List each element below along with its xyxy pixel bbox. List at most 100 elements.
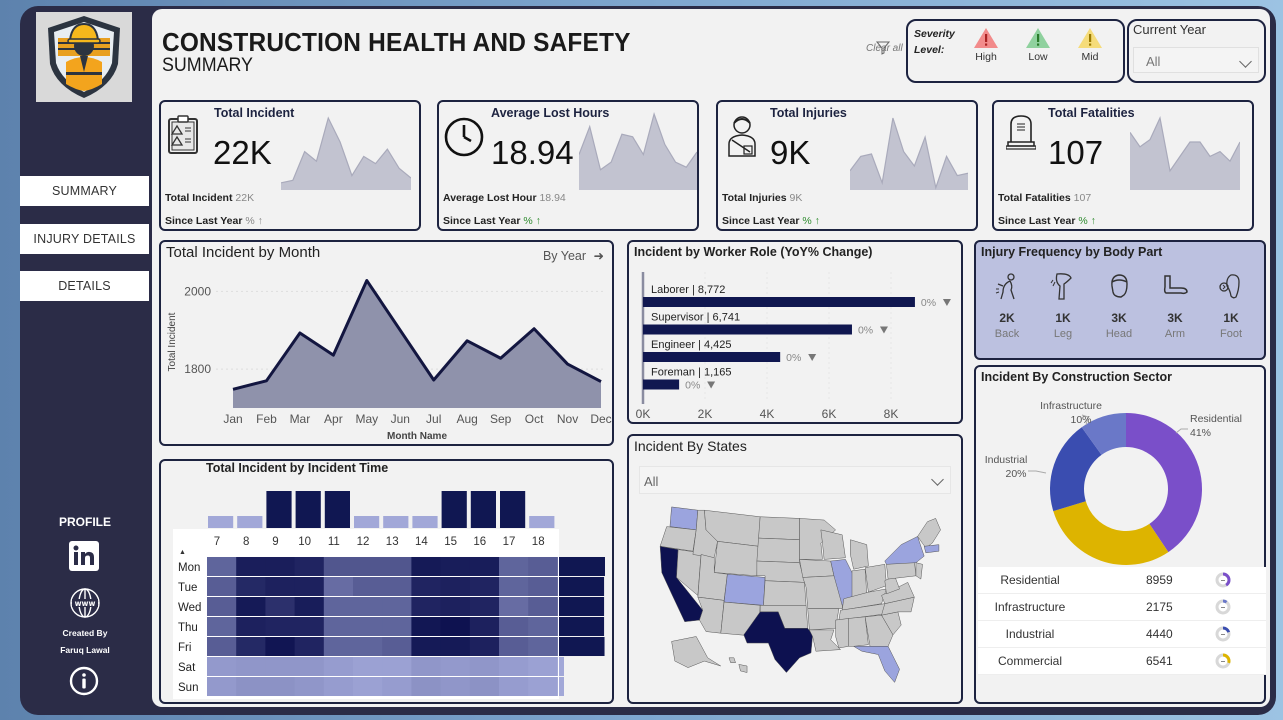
sector-table-row[interactable]: Residential 8959 [978, 567, 1266, 594]
state-alabama[interactable] [848, 616, 869, 647]
state-iowa[interactable] [799, 559, 835, 578]
linkedin-icon[interactable] [69, 541, 99, 571]
incident-time-heatmap: 7 8 9 10 11 12 13 14 15 16 17 18 ▲ Mon Tue Wed Thu Fri Sat… [173, 491, 605, 699]
body-part-back[interactable]: 2K Back [985, 272, 1029, 340]
year-dropdown[interactable]: All [1133, 47, 1259, 73]
state-new-england[interactable] [917, 518, 941, 549]
state-mississippi[interactable] [835, 618, 849, 649]
severity-mid-button[interactable]: Mid [1070, 27, 1110, 63]
heatmap-cell [207, 577, 237, 596]
heatmap-cell [440, 657, 471, 676]
sparkline-area [579, 114, 697, 190]
state-michigan[interactable] [850, 539, 869, 570]
heatmap-cell [382, 657, 412, 676]
body-part-label: Arm [1164, 328, 1186, 340]
state-florida[interactable] [852, 646, 900, 683]
hour-total-bar [208, 516, 234, 528]
sparkline-total-fatalities [1130, 116, 1240, 190]
heatmap-cell [323, 657, 354, 676]
hour-total-bar [237, 516, 263, 528]
us-states-map[interactable] [647, 502, 947, 692]
body-part-value: 3K [1111, 311, 1127, 325]
severity-high-button[interactable]: High [966, 27, 1006, 63]
state-ohio[interactable] [864, 564, 887, 593]
sidebar: SUMMARY INJURY DETAILS DETAILS PROFILE w… [20, 6, 150, 715]
state-wisconsin[interactable] [820, 529, 846, 560]
clear-all-button[interactable]: Clear all [866, 41, 903, 55]
heatmap-cell [411, 657, 442, 676]
heatmap-cell [265, 677, 296, 696]
kpi-total-fatalities[interactable]: Total Fatalities 107 Total Fatalities 10… [992, 100, 1254, 231]
info-icon[interactable] [69, 666, 99, 696]
slice-label: Residential [1190, 413, 1242, 425]
heatmap-cell [323, 677, 354, 696]
sector-name: Industrial [1005, 627, 1055, 641]
slice-pct: 41% [1190, 427, 1211, 439]
heatmap-cell [323, 617, 354, 636]
nav-injury-details[interactable]: INJURY DETAILS [20, 224, 149, 254]
leg-injury-icon [1050, 273, 1072, 300]
nav-summary[interactable]: SUMMARY [20, 176, 149, 206]
heatmap-cell [236, 557, 266, 576]
heatmap-cell [411, 677, 442, 696]
body-part-leg[interactable]: 1K Leg [1041, 272, 1085, 340]
state-kansas[interactable] [763, 580, 807, 606]
heatmap-cell [323, 637, 354, 656]
state-wyoming[interactable] [713, 541, 759, 577]
body-part-foot[interactable]: 1K Foot [1209, 272, 1253, 340]
down-triangle-icon [879, 326, 888, 334]
x-tick-label: Apr [324, 412, 343, 426]
states-dropdown[interactable]: All [639, 466, 951, 494]
sector-name: Commercial [997, 654, 1062, 668]
heatmap-cell [323, 577, 354, 596]
heatmap-cell [294, 597, 325, 616]
hour-label: 9 [272, 536, 278, 548]
kpi-detail-value: 9K [789, 192, 803, 204]
sector-table-row[interactable]: Commercial 6541 [978, 648, 1266, 675]
state-hawaii[interactable] [728, 657, 748, 673]
x-tick-label: 6K [822, 407, 837, 421]
state-massachusetts[interactable] [923, 544, 940, 554]
x-tick-label: Oct [525, 412, 544, 426]
heatmap-cell [528, 597, 558, 616]
sector-table-row[interactable]: Industrial 4440 [978, 621, 1266, 648]
kpi-total-incident[interactable]: Total Incident 22K Total Incident 22K Si… [159, 100, 421, 231]
severity-low-button[interactable]: Low [1018, 27, 1058, 63]
website-globe-icon[interactable]: www [69, 587, 100, 618]
severity-slicer: Severity Level: High Low Mid [906, 19, 1125, 83]
heatmap-cell [353, 617, 383, 636]
state-south-dakota[interactable] [756, 537, 800, 563]
state-new-jersey[interactable] [915, 562, 923, 580]
body-part-head[interactable]: 3K Head [1097, 272, 1141, 340]
sector-table-row[interactable]: Infrastructure 2175 [978, 594, 1266, 621]
heatmap-cell [411, 557, 442, 576]
nav-details[interactable]: DETAILS [20, 271, 149, 301]
body-part-arm[interactable]: 3K Arm [1153, 272, 1197, 340]
hour-total-bar [441, 491, 467, 528]
kpi-detail: Average Lost Hour 18.94 [443, 192, 566, 204]
sparkline-area [1130, 118, 1240, 190]
gravestone-icon [1006, 115, 1036, 150]
state-alaska[interactable] [671, 636, 721, 668]
state-north-dakota[interactable] [758, 516, 800, 540]
state-washington[interactable] [669, 506, 699, 531]
kpi-change-label: Since Last Year [722, 215, 800, 227]
heatmap-cell [382, 597, 412, 616]
month-chart-card: Total Incident by Month By Year ➜ 1800 20… [159, 240, 614, 446]
kpi-change-value: % ↑ [245, 215, 263, 227]
hour-total-bar [266, 491, 292, 528]
body-part-label: Head [1105, 328, 1133, 340]
heatmap-cell [499, 617, 529, 636]
x-tick-label: May [355, 412, 378, 426]
state-new-york[interactable] [884, 536, 925, 565]
state-arkansas[interactable] [807, 608, 840, 631]
kpi-total-injuries[interactable]: Total Injuries 9K Total Injuries 9K Sinc… [716, 100, 978, 231]
kpi-detail-value: 107 [1073, 192, 1092, 204]
body-part-label: Back [994, 328, 1020, 340]
heatmap-cell [411, 597, 442, 616]
kpi-average-lost-hours[interactable]: Average Lost Hours 18.94 Average Lost Ho… [437, 100, 699, 231]
svg-text:www: www [75, 599, 96, 608]
state-arizona[interactable] [697, 596, 725, 634]
state-colorado[interactable] [723, 573, 766, 606]
body-part-value: 1K [1223, 311, 1239, 325]
